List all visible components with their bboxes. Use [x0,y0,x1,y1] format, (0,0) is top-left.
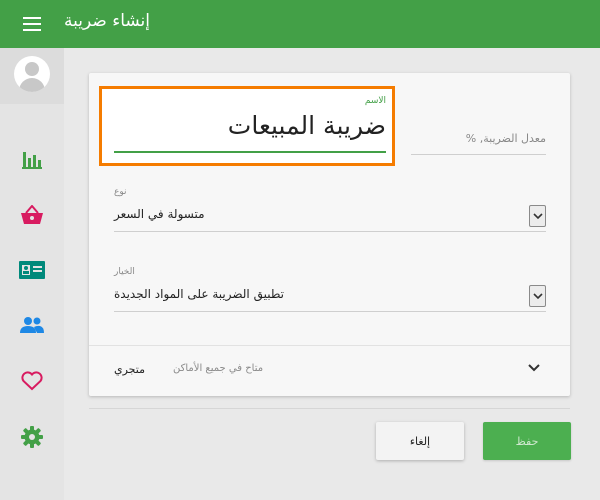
tax-option-underline [114,311,546,312]
chevron-down-icon [528,364,540,372]
sidebar [0,48,64,500]
heart-icon [21,371,43,391]
people-icon [20,317,44,333]
contact-card-icon [19,261,45,279]
tax-name-label: الاسم [364,96,386,106]
tax-option-value[interactable]: تطبيق الضريبة على المواد الجديدة [114,287,284,301]
tax-type-value[interactable]: متسولة في السعر [114,207,205,221]
tax-rate-field[interactable]: معدل الضريبة, % [411,123,546,155]
sidebar-item-employees[interactable] [0,301,64,349]
tax-type-dropdown-button[interactable] [529,205,546,227]
footer-divider [89,408,570,409]
tax-type-label: نوع [114,187,127,197]
tax-type-select[interactable]: نوع متسولة في السعر [114,187,546,235]
cancel-button[interactable]: إلغاء [376,422,464,460]
sidebar-item-settings[interactable] [0,413,64,461]
tax-option-label: الخيار [114,267,135,277]
card-divider [89,345,570,346]
tax-name-field[interactable]: الاسم ضريبة المبيعات [99,86,395,166]
sidebar-item-favorites[interactable] [0,357,64,405]
sidebar-item-sales[interactable] [0,191,64,239]
hamburger-menu-icon[interactable] [23,15,41,33]
tax-type-underline [114,231,546,232]
tax-name-underline [114,151,386,153]
tax-rate-label: معدل الضريبة, % [465,132,546,145]
page-title: إنشاء ضريبة [64,11,150,31]
avatar[interactable] [0,48,64,104]
basket-icon [21,205,43,224]
store-expand-button[interactable] [524,359,544,377]
chevron-down-icon [532,292,543,299]
store-name: متجري [114,363,145,376]
user-icon [14,56,50,92]
tax-name-input[interactable]: ضريبة المبيعات [102,111,386,140]
chevron-down-icon [532,212,543,219]
tax-form-card: الاسم ضريبة المبيعات معدل الضريبة, % نوع… [89,73,570,396]
sidebar-item-customers[interactable] [0,246,64,294]
tax-option-dropdown-button[interactable] [529,285,546,307]
app-toolbar: إنشاء ضريبة [0,0,600,48]
sidebar-item-reports[interactable] [0,135,64,183]
save-button[interactable]: حفظ [483,422,571,460]
tax-option-select[interactable]: الخيار تطبيق الضريبة على المواد الجديدة [114,267,546,315]
gear-icon [21,426,43,448]
bar-chart-icon [22,152,42,169]
store-availability: متاح في جميع الأماكن [173,363,264,374]
